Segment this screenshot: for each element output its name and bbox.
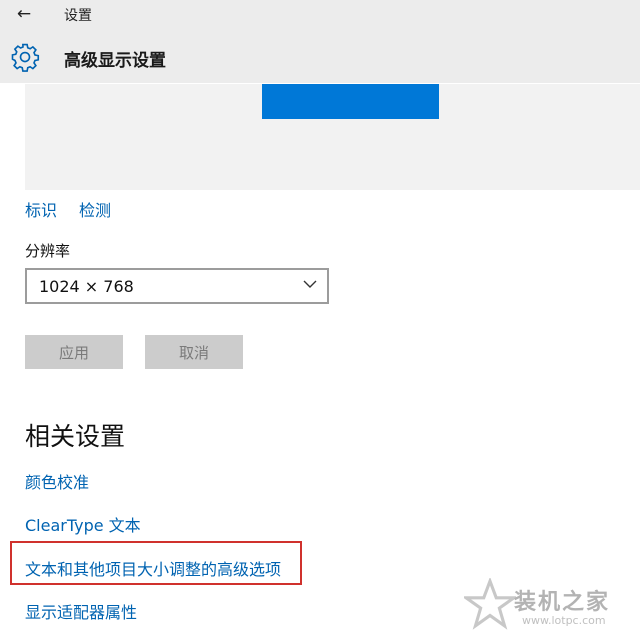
color-calibration-link[interactable]: 颜色校准 xyxy=(25,469,89,493)
window-title: 设置 xyxy=(64,8,92,24)
monitor-tile[interactable] xyxy=(262,84,439,119)
resolution-label: 分辨率 xyxy=(25,242,71,260)
display-adapter-properties-link[interactable]: 显示适配器属性 xyxy=(25,599,137,623)
chevron-down-icon xyxy=(303,280,317,288)
resolution-value: 1024 × 768 xyxy=(39,277,134,296)
watermark-star-icon xyxy=(464,578,516,630)
back-button[interactable]: ← xyxy=(10,3,38,25)
cleartype-text-link[interactable]: ClearType 文本 xyxy=(25,512,141,536)
page-title: 高级显示设置 xyxy=(64,51,166,71)
cancel-button[interactable]: 取消 xyxy=(145,335,243,369)
highlight-box xyxy=(10,541,302,585)
watermark-text: 装机之家 xyxy=(514,590,611,615)
gear-icon xyxy=(11,43,40,72)
display-preview xyxy=(25,84,640,190)
identify-link[interactable]: 标识 xyxy=(25,197,57,221)
arrow-left-icon: ← xyxy=(16,4,32,24)
detect-link[interactable]: 检测 xyxy=(79,197,111,221)
related-settings-title: 相关设置 xyxy=(25,422,126,451)
apply-button[interactable]: 应用 xyxy=(25,335,123,369)
page-header: 高级显示设置 xyxy=(0,30,640,83)
title-bar: ← 设置 xyxy=(0,0,640,30)
resolution-dropdown[interactable]: 1024 × 768 xyxy=(25,268,329,304)
watermark-url: www.lotpc.com xyxy=(522,614,606,627)
